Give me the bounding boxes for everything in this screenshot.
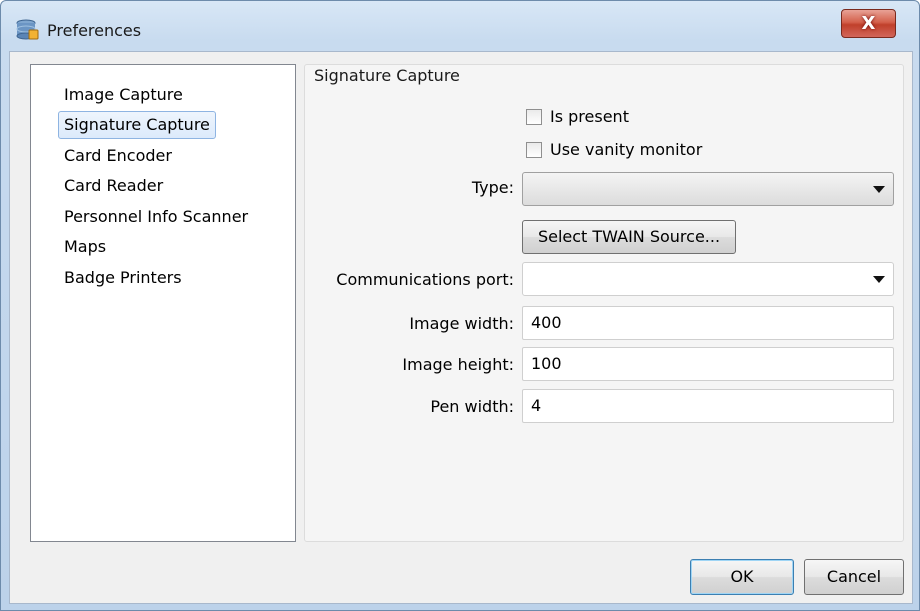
category-list[interactable]: Image Capture Signature Capture Card Enc… (30, 64, 296, 542)
type-label: Type: (471, 178, 514, 197)
image-height-label: Image height: (402, 355, 514, 374)
nav-item-badge-printers[interactable]: Badge Printers (58, 264, 188, 292)
nav-item-maps[interactable]: Maps (58, 233, 112, 261)
ok-button[interactable]: OK (690, 559, 794, 595)
nav-item-card-encoder[interactable]: Card Encoder (58, 142, 178, 170)
image-width-field[interactable]: 400 (522, 306, 894, 340)
communications-port-label: Communications port: (336, 270, 514, 289)
chevron-down-icon (873, 276, 885, 283)
is-present-label: Is present (550, 107, 629, 126)
is-present-checkbox[interactable] (526, 109, 542, 125)
client-area: Image Capture Signature Capture Card Enc… (9, 51, 913, 604)
chevron-down-icon (873, 186, 885, 193)
type-dropdown[interactable] (522, 172, 894, 206)
settings-panel (304, 64, 904, 542)
select-twain-source-button[interactable]: Select TWAIN Source... (522, 220, 736, 254)
image-height-field[interactable]: 100 (522, 347, 894, 381)
database-icon (16, 19, 39, 40)
close-button[interactable]: X (841, 9, 896, 38)
window-title: Preferences (47, 21, 142, 40)
vanity-monitor-label: Use vanity monitor (550, 140, 703, 159)
nav-item-signature-capture[interactable]: Signature Capture (58, 111, 216, 139)
title-bar[interactable]: Preferences X (1, 1, 919, 51)
communications-port-dropdown[interactable] (522, 262, 894, 296)
close-icon: X (861, 13, 876, 34)
preferences-window: Preferences X Image Capture Signature Ca… (0, 0, 920, 611)
pen-width-label: Pen width: (430, 397, 514, 416)
panel-title: Signature Capture (314, 66, 460, 85)
pen-width-field[interactable]: 4 (522, 389, 894, 423)
image-width-label: Image width: (409, 314, 514, 333)
vanity-monitor-checkbox[interactable] (526, 142, 542, 158)
nav-item-card-reader[interactable]: Card Reader (58, 172, 169, 200)
cancel-button[interactable]: Cancel (804, 559, 904, 595)
nav-item-image-capture[interactable]: Image Capture (58, 81, 189, 109)
nav-item-personnel-info-scanner[interactable]: Personnel Info Scanner (58, 203, 254, 231)
